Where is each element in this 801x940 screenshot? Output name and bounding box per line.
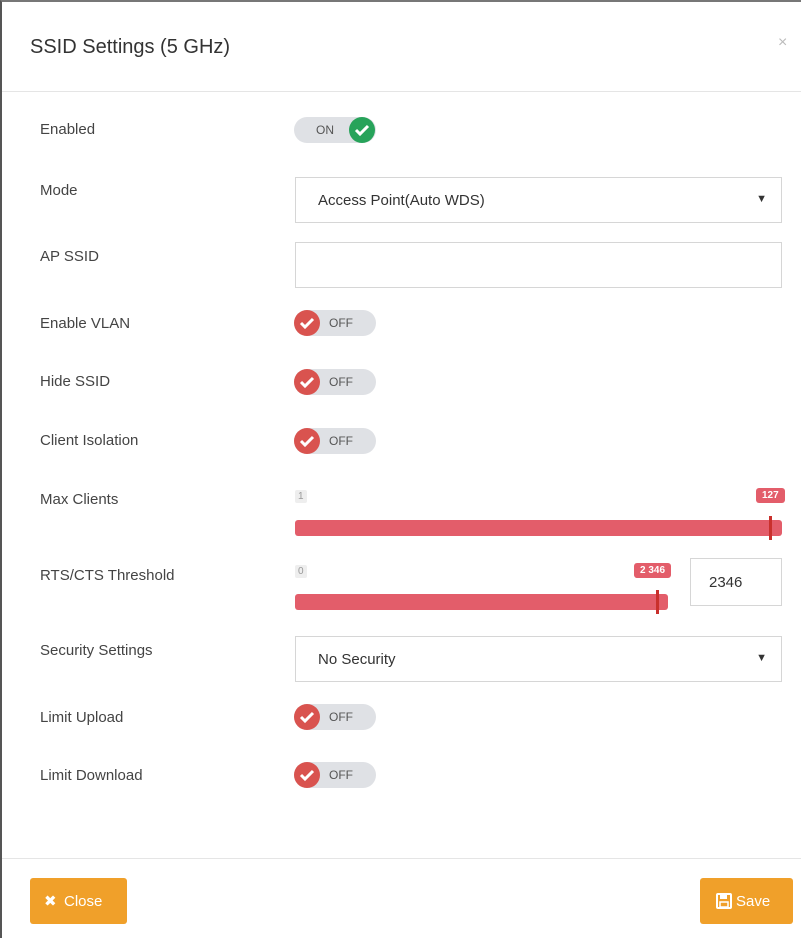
max-clients-slider-track[interactable] xyxy=(295,520,782,536)
toggle-state-text: OFF xyxy=(329,316,353,330)
max-clients-min-label: 1 xyxy=(295,490,307,503)
max-clients-slider-handle[interactable] xyxy=(769,516,772,540)
ssid-settings-modal: SSID Settings (5 GHz) × Enabled ON Mode … xyxy=(0,0,801,938)
x-icon: ✖ xyxy=(44,893,57,910)
security-settings-label: Security Settings xyxy=(40,642,153,659)
enabled-toggle[interactable]: ON xyxy=(294,117,376,143)
save-button[interactable]: Save xyxy=(700,878,793,924)
dropdown-arrow-icon: ▼ xyxy=(756,193,767,205)
rts-cts-min-label: 0 xyxy=(295,565,307,578)
close-button-label: Close xyxy=(64,893,103,910)
limit-upload-label: Limit Upload xyxy=(40,709,124,726)
rts-cts-slider-handle[interactable] xyxy=(656,590,659,614)
ap-ssid-label: AP SSID xyxy=(40,248,99,265)
check-icon xyxy=(294,310,320,336)
hide-ssid-toggle[interactable]: OFF xyxy=(294,369,376,395)
security-select[interactable]: No Security ▼ xyxy=(295,636,782,682)
enable-vlan-toggle[interactable]: OFF xyxy=(294,310,376,336)
max-clients-value-badge: 127 xyxy=(756,488,785,503)
limit-download-toggle[interactable]: OFF xyxy=(294,762,376,788)
save-button-label: Save xyxy=(736,893,771,910)
toggle-state-text: OFF xyxy=(329,434,353,448)
close-icon[interactable]: × xyxy=(778,34,787,52)
max-clients-label: Max Clients xyxy=(40,491,119,508)
modal-title: SSID Settings (5 GHz) xyxy=(30,36,231,58)
dropdown-arrow-icon: ▼ xyxy=(756,652,767,664)
modal-header: SSID Settings (5 GHz) × xyxy=(2,2,801,92)
floppy-disk-icon xyxy=(716,893,732,913)
rts-cts-label: RTS/CTS Threshold xyxy=(40,567,175,584)
enable-vlan-label: Enable VLAN xyxy=(40,315,131,332)
mode-label: Mode xyxy=(40,182,78,199)
hide-ssid-label: Hide SSID xyxy=(40,373,111,390)
mode-select-value: Access Point(Auto WDS) xyxy=(318,192,485,209)
enabled-label: Enabled xyxy=(40,121,96,138)
ap-ssid-input[interactable] xyxy=(295,242,782,288)
check-icon xyxy=(294,762,320,788)
client-isolation-label: Client Isolation xyxy=(40,432,139,449)
toggle-state-text: OFF xyxy=(329,710,353,724)
rts-cts-value-badge: 2 346 xyxy=(634,563,672,578)
toggle-state-text: OFF xyxy=(329,375,353,389)
mode-select[interactable]: Access Point(Auto WDS) ▼ xyxy=(295,177,782,223)
toggle-state-text: OFF xyxy=(329,768,353,782)
rts-cts-number-input[interactable]: 2346 xyxy=(690,558,782,606)
check-icon xyxy=(294,428,320,454)
close-button[interactable]: ✖ Close xyxy=(30,878,127,924)
limit-upload-toggle[interactable]: OFF xyxy=(294,704,376,730)
toggle-state-text: ON xyxy=(316,123,334,137)
security-select-value: No Security xyxy=(318,651,396,668)
check-icon xyxy=(349,117,375,143)
rts-cts-slider-track[interactable] xyxy=(295,594,668,610)
check-icon xyxy=(294,369,320,395)
check-icon xyxy=(294,704,320,730)
client-isolation-toggle[interactable]: OFF xyxy=(294,428,376,454)
limit-download-label: Limit Download xyxy=(40,767,143,784)
